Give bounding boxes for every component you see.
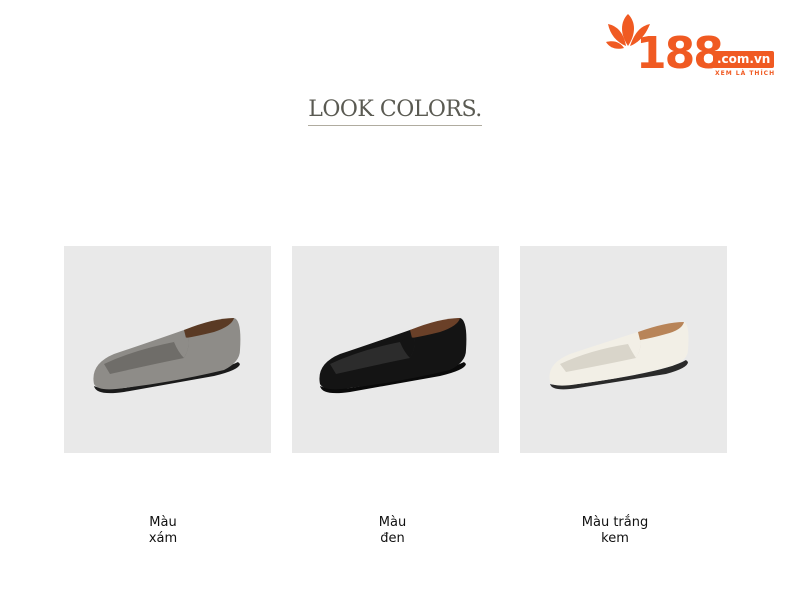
product-card-black[interactable]: [292, 246, 499, 453]
product-card-cream[interactable]: [520, 246, 727, 453]
product-label-black-line1: Màu: [378, 515, 407, 530]
product-label-cream: Màu trắng kem: [520, 515, 710, 547]
product-label-gray-line2: xám: [148, 531, 178, 546]
loafer-cream-icon: [549, 322, 689, 390]
logo-number: 188: [636, 28, 724, 79]
page-title: LOOK COLORS.: [308, 96, 482, 126]
product-label-gray-line1: Màu: [149, 515, 177, 530]
product-label-black-line2: đen: [380, 531, 405, 546]
loafer-black-icon: [319, 318, 467, 394]
product-card-gray[interactable]: [64, 246, 271, 453]
logo-domain: .com.vn: [713, 51, 775, 68]
product-image-gray[interactable]: [64, 246, 271, 453]
product-image-black[interactable]: [292, 246, 499, 453]
product-image-cream[interactable]: [520, 246, 727, 453]
product-label-cream-line1: Màu trắng: [581, 515, 649, 530]
product-label-black: Màu đen: [292, 515, 493, 547]
section-heading: LOOK COLORS.: [0, 96, 790, 126]
product-label-cream-line2: kem: [601, 531, 629, 546]
product-label-gray: Màu xám: [64, 515, 262, 547]
brand-logo[interactable]: 188 .com.vn XEM LÀ THÍCH: [606, 10, 786, 84]
logo-slogan: XEM LÀ THÍCH: [715, 70, 776, 77]
loafer-gray-icon: [93, 318, 241, 394]
